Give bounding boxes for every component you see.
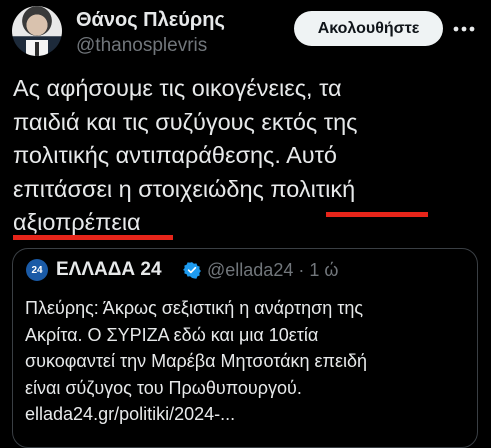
author-display-name[interactable]: Θάνος Πλεύρης	[76, 9, 225, 32]
quoted-account-name[interactable]: ΕΛΛΑΔΑ 24	[56, 259, 162, 281]
author-avatar[interactable]	[12, 6, 62, 56]
follow-button[interactable]: Ακολουθήστε	[294, 11, 443, 46]
quoted-meta: @ellada24 · 1 ώ	[207, 260, 338, 281]
avatar-tie	[35, 42, 39, 56]
more-options-icon[interactable]	[452, 18, 476, 40]
author-handle[interactable]: @thanosplevris	[76, 35, 207, 57]
more-dots-icon	[453, 26, 475, 32]
quoted-handle[interactable]: @ellada24	[207, 260, 293, 280]
quoted-tweet-text: Πλεύρης: Άκρως σεξιστική η ανάρτηση της …	[25, 298, 367, 424]
verified-badge-icon	[183, 262, 201, 279]
quoted-time[interactable]: 1 ώ	[309, 260, 338, 280]
red-underline-annotation	[326, 212, 428, 217]
meta-separator: ·	[298, 260, 305, 280]
red-underline-annotation	[13, 235, 173, 240]
tweet-header: Θάνος Πλεύρης @thanosplevris Ακολουθήστε	[0, 0, 491, 62]
quoted-account-avatar[interactable]: 24	[26, 259, 48, 281]
